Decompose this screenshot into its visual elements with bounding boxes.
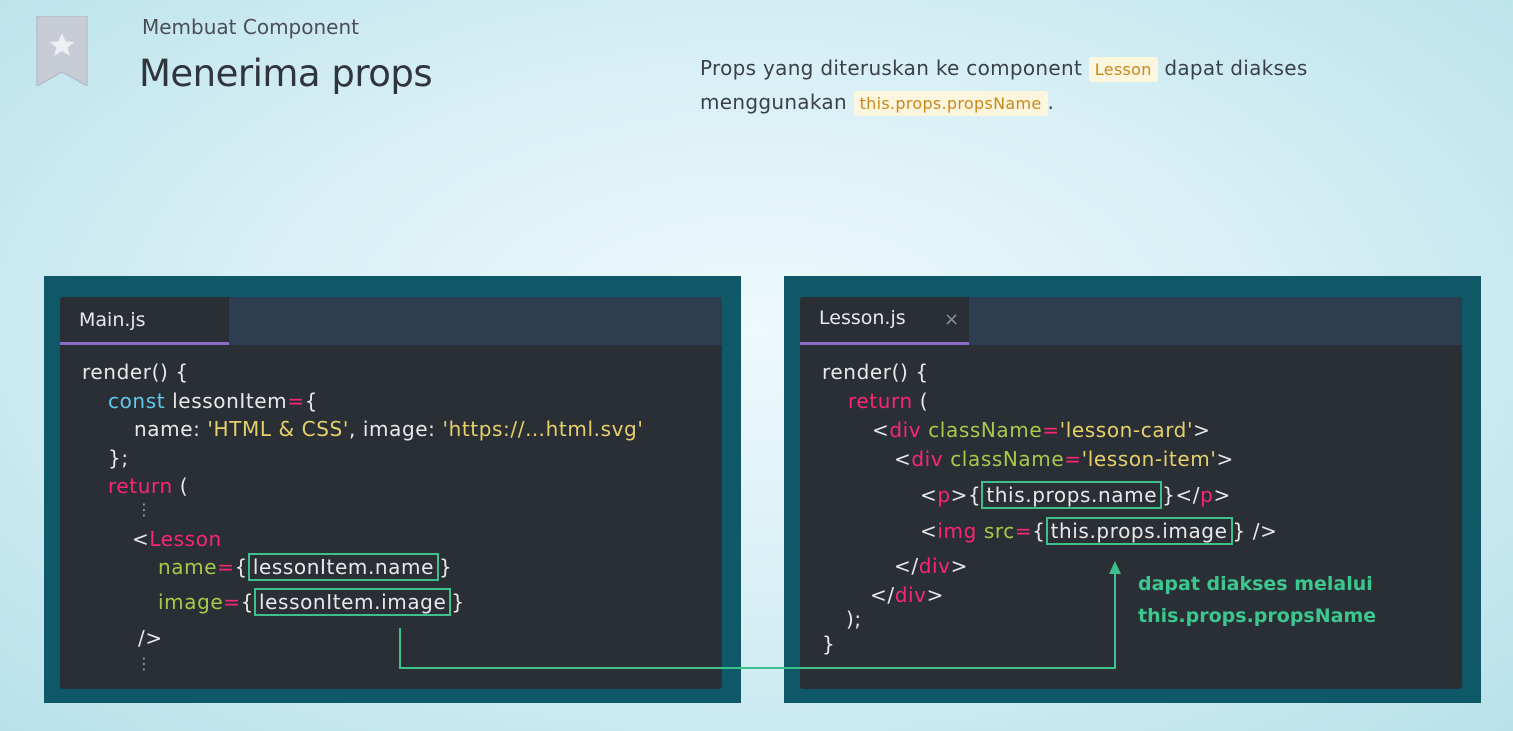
annotation-line-2: this.props.propsName [1138, 605, 1377, 627]
annotation-note: dapat diakses melalui this.props.propsNa… [1138, 568, 1376, 632]
annotation-line-1: dapat diakses melalui [1138, 573, 1373, 595]
